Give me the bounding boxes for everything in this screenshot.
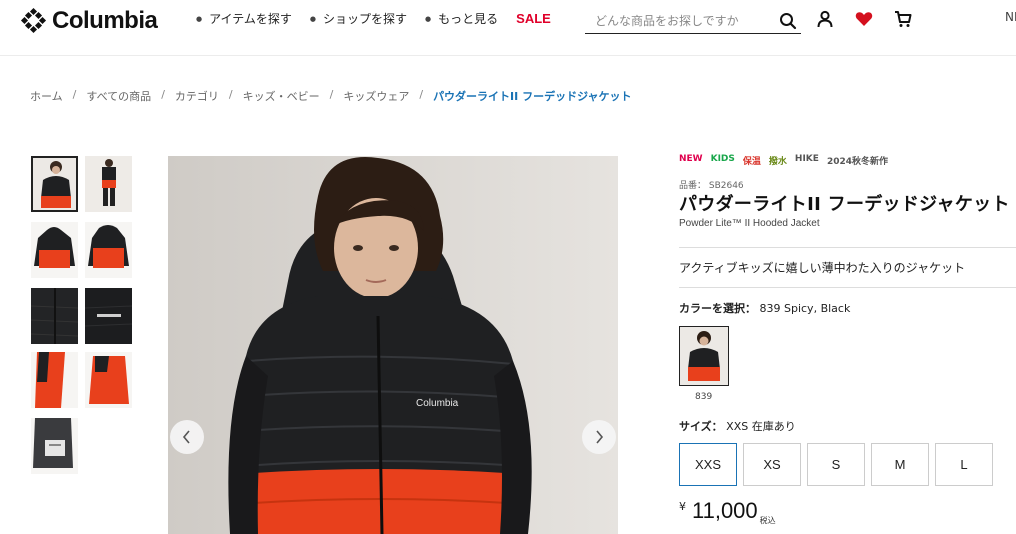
nav-more[interactable]: ● もっと見る <box>425 10 498 27</box>
breadcrumb-item[interactable]: キッズウェア <box>343 88 409 104</box>
breadcrumb-current: パウダーライトII フーデッドジャケット <box>433 90 632 103</box>
price-tax-label: 税込 <box>759 516 776 525</box>
breadcrumb-item[interactable]: キッズ・ベビー <box>243 88 320 104</box>
thumbnail-full-body[interactable] <box>85 156 132 212</box>
lining-detail-image <box>31 418 78 474</box>
size-button-xxs[interactable]: XXS <box>679 443 737 486</box>
search-box <box>585 8 801 34</box>
favorite-heart-icon[interactable] <box>855 11 873 27</box>
breadcrumb-item[interactable]: カテゴリ <box>175 88 219 104</box>
thumbnail-lining-detail[interactable] <box>31 418 78 474</box>
breadcrumb-item[interactable]: すべての商品 <box>86 88 151 104</box>
price-currency: ¥ <box>679 500 686 513</box>
color-swatch-839[interactable] <box>679 326 729 386</box>
tag-warm: 保温 <box>742 157 761 167</box>
breadcrumb-separator: / <box>72 88 77 101</box>
bullet-icon: ● <box>425 14 432 23</box>
breadcrumb-separator: / <box>419 88 424 101</box>
product-subtitle: Powder Lite™ II Hooded Jacket <box>679 218 820 229</box>
size-button-xs[interactable]: XS <box>743 443 801 486</box>
product-title: パウダーライトII フーデッドジャケット <box>679 194 1010 215</box>
color-label: カラーを選択： <box>679 302 756 315</box>
thumbnail-side-detail[interactable] <box>31 352 78 408</box>
color-selection-label: カラーを選択： 839 Spicy, Black <box>679 300 850 316</box>
thumbnail-pocket-detail[interactable] <box>85 352 132 408</box>
price-value: 11,000 <box>692 498 758 523</box>
nav-label: アイテムを探す <box>209 12 292 26</box>
size-label: サイズ： <box>679 420 723 433</box>
jacket-flat-front-image <box>31 222 78 278</box>
search-input[interactable] <box>585 13 771 28</box>
tag-new: NEW <box>679 154 703 164</box>
cart-icon[interactable] <box>894 10 912 28</box>
tag-water-repellent: 撥水 <box>768 157 787 167</box>
size-options: XXS XS S M L <box>679 443 993 486</box>
breadcrumb-separator: / <box>228 88 233 101</box>
thumbnail-logo-detail[interactable] <box>85 288 132 344</box>
thumbnail-back-flat[interactable] <box>85 222 132 278</box>
chevron-left-icon <box>182 430 190 444</box>
bullet-icon: ● <box>196 14 203 23</box>
columbia-diamond-icon <box>20 7 47 34</box>
child-wearing-jacket-image: Columbia <box>168 156 618 534</box>
account-icon[interactable] <box>816 10 834 28</box>
nav-label: もっと見る <box>438 12 499 26</box>
product-catchphrase: アクティブキッズに嬉しい薄中わた入りのジャケット <box>679 261 966 275</box>
thumbnail-collar-detail[interactable] <box>31 288 78 344</box>
header-icons <box>816 10 912 28</box>
full-body-image <box>85 156 132 212</box>
breadcrumb-separator: / <box>329 88 334 101</box>
main-product-image: Columbia <box>168 156 618 534</box>
chevron-right-icon <box>596 430 604 444</box>
product-tags: NEW KIDS 保温 撥水 HIKE 2024秋冬新作 <box>679 154 888 167</box>
size-button-l[interactable]: L <box>935 443 993 486</box>
tag-hike: HIKE <box>794 154 819 164</box>
size-button-m[interactable]: M <box>871 443 929 486</box>
main-nav: ● アイテムを探す ● ショップを探す ● もっと見る SALE <box>196 10 551 27</box>
swatch-code: 839 <box>695 392 713 402</box>
prev-image-button[interactable] <box>170 420 204 454</box>
tag-season: 2024秋冬新作 <box>826 157 888 167</box>
thumbnail-front[interactable] <box>31 156 78 212</box>
size-button-s[interactable]: S <box>807 443 865 486</box>
nav-label: ショップを探す <box>323 12 408 26</box>
size-selection-label: サイズ： XXS 在庫あり <box>679 418 796 434</box>
pocket-detail-image <box>85 352 132 408</box>
header-cut-text[interactable]: NE <box>1005 10 1016 24</box>
breadcrumb-item[interactable]: ホーム <box>30 88 63 104</box>
swatch-image <box>680 327 728 385</box>
tag-kids: KIDS <box>710 154 735 164</box>
site-header: Columbia ● アイテムを探す ● ショップを探す ● もっと見る SAL… <box>0 0 1016 56</box>
jacket-front-image <box>33 158 76 210</box>
divider <box>679 247 1016 248</box>
nav-sale[interactable]: SALE <box>516 10 551 27</box>
search-icon[interactable] <box>779 12 797 30</box>
divider <box>679 287 1016 288</box>
breadcrumb-separator: / <box>161 88 165 101</box>
nav-find-shops[interactable]: ● ショップを探す <box>310 10 407 27</box>
brand-name: Columbia <box>52 7 158 34</box>
jacket-logo-text: Columbia <box>416 398 459 409</box>
breadcrumb: ホーム / すべての商品 / カテゴリ / キッズ・ベビー / キッズウェア /… <box>30 88 632 104</box>
color-value: 839 Spicy, Black <box>759 302 851 315</box>
thumbnail-front-flat[interactable] <box>31 222 78 278</box>
size-value: XXS 在庫あり <box>726 420 796 433</box>
brand-logo[interactable]: Columbia <box>18 6 158 36</box>
collar-detail-image <box>31 288 78 344</box>
side-detail-image <box>31 352 78 408</box>
jacket-flat-back-image <box>85 222 132 278</box>
next-image-button[interactable] <box>582 420 616 454</box>
nav-find-items[interactable]: ● アイテムを探す <box>196 10 292 27</box>
bullet-icon: ● <box>309 14 317 23</box>
logo-detail-image <box>85 288 132 344</box>
price: ¥ 11,000 税込 <box>679 498 776 526</box>
